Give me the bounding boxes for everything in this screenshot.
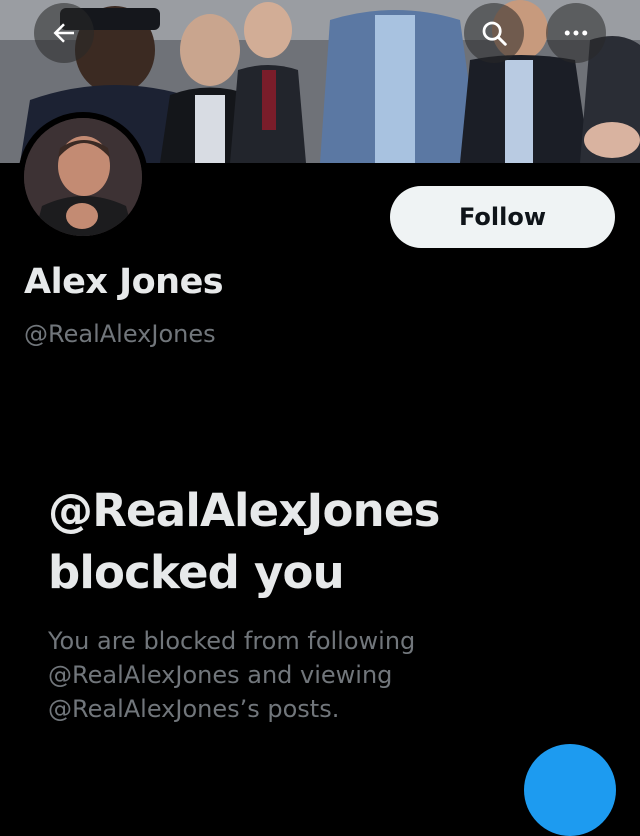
avatar-border [18, 112, 148, 242]
avatar[interactable] [24, 118, 142, 236]
blocked-description-line: @RealAlexJones and viewing [48, 661, 393, 689]
blocked-title-handle: @RealAlexJones [48, 484, 440, 537]
profile-handle: @RealAlexJones [24, 320, 216, 348]
more-horizontal-icon [564, 30, 588, 36]
more-options-button[interactable] [546, 3, 606, 63]
compose-post-button[interactable] [524, 744, 616, 836]
blocked-description-line: @RealAlexJones’s posts. [48, 695, 340, 723]
arrow-left-icon [53, 23, 74, 43]
blocked-title-text: blocked you [48, 546, 345, 599]
follow-button[interactable]: Follow [390, 186, 615, 248]
back-button[interactable] [34, 3, 94, 63]
search-button[interactable] [464, 3, 524, 63]
search-icon [482, 21, 507, 46]
avatar-photo [24, 118, 142, 236]
blocked-description-line: You are blocked from following [48, 627, 416, 655]
blocked-title: @RealAlexJones blocked you [48, 480, 608, 604]
blocked-description: You are blocked from following @RealAlex… [48, 624, 608, 726]
profile-display-name: Alex Jones [24, 262, 224, 302]
